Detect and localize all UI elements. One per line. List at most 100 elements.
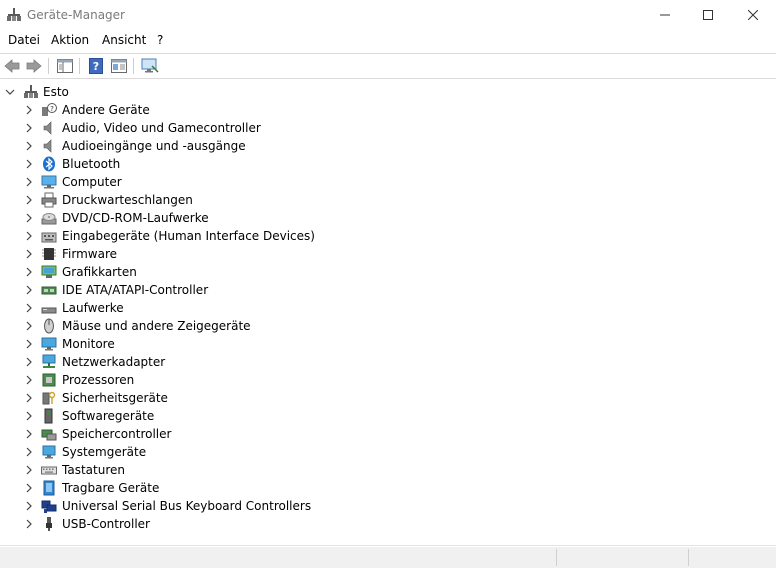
tree-node[interactable]: Softwaregeräte — [0, 407, 400, 425]
tree-node[interactable]: USB-Controller — [0, 515, 400, 533]
device-manager-icon — [7, 8, 21, 21]
chevron-right-icon[interactable] — [24, 321, 34, 331]
tree-node-label: Tragbare Geräte — [62, 481, 160, 495]
tree-node[interactable]: IDE ATA/ATAPI-Controller — [0, 281, 400, 299]
tree-node[interactable]: DVD/CD-ROM-Laufwerke — [0, 209, 400, 227]
properties-button[interactable] — [109, 57, 129, 75]
chevron-right-icon[interactable] — [24, 285, 34, 295]
tree-node[interactable]: Prozessoren — [0, 371, 400, 389]
ide-controller-icon — [41, 286, 57, 295]
tree-node[interactable]: Druckwarteschlangen — [0, 191, 400, 209]
tree-node-label: Computer — [62, 175, 122, 189]
chevron-right-icon[interactable] — [24, 465, 34, 475]
status-bar-divider — [688, 549, 689, 566]
forward-button[interactable] — [24, 57, 44, 75]
portable-device-icon — [43, 480, 55, 496]
speaker-icon — [43, 139, 52, 153]
tree-node[interactable]: Tastaturen — [0, 461, 400, 479]
chevron-right-icon[interactable] — [24, 105, 34, 115]
window-title: Geräte-Manager — [27, 8, 125, 22]
tree-node[interactable]: Eingabegeräte (Human Interface Devices) — [0, 227, 400, 245]
menu-help[interactable]: ? — [157, 33, 163, 47]
chevron-right-icon[interactable] — [24, 303, 34, 313]
printer-icon — [41, 192, 57, 208]
tree-node[interactable]: Laufwerke — [0, 299, 400, 317]
back-button[interactable] — [2, 57, 22, 75]
usb-icon — [46, 517, 52, 531]
title-bar: Geräte-Manager — [0, 0, 776, 30]
svg-text:?: ? — [50, 105, 54, 113]
chevron-down-icon[interactable] — [5, 87, 15, 97]
close-button[interactable] — [730, 0, 776, 30]
chevron-right-icon[interactable] — [24, 393, 34, 403]
device-tree: Esto ? Andere Geräte Audio, Video und Game… — [0, 80, 776, 546]
tree-node[interactable]: Audio, Video und Gamecontroller — [0, 119, 400, 137]
chevron-right-icon[interactable] — [24, 411, 34, 421]
processor-icon — [42, 373, 56, 387]
tree-node-label: DVD/CD-ROM-Laufwerke — [62, 211, 209, 225]
menu-view[interactable]: Ansicht — [102, 33, 146, 47]
help-icon: ? — [89, 58, 103, 74]
tree-node[interactable]: Grafikkarten — [0, 263, 400, 281]
toolbar: ? — [0, 53, 776, 79]
tree-node[interactable]: Bluetooth — [0, 155, 400, 173]
maximize-button[interactable] — [685, 0, 731, 30]
tree-node[interactable]: ? Andere Geräte — [0, 101, 400, 119]
chevron-right-icon[interactable] — [24, 519, 34, 529]
tree-node[interactable]: Computer — [0, 173, 400, 191]
chevron-right-icon[interactable] — [24, 123, 34, 133]
tree-node-label: Mäuse und andere Zeigegeräte — [62, 319, 251, 333]
show-hide-console-tree-button[interactable] — [55, 57, 75, 75]
chevron-right-icon[interactable] — [24, 375, 34, 385]
tree-node-label: Netzwerkadapter — [62, 355, 166, 369]
tree-node[interactable]: Systemgeräte — [0, 443, 400, 461]
tree-node[interactable]: Tragbare Geräte — [0, 479, 400, 497]
help-button[interactable]: ? — [86, 57, 106, 75]
display-adapter-icon — [41, 265, 57, 278]
chevron-right-icon[interactable] — [24, 357, 34, 367]
system-device-icon — [42, 445, 56, 459]
toolbar-separator — [48, 58, 49, 74]
status-bar — [0, 547, 776, 568]
chevron-right-icon[interactable] — [24, 231, 34, 241]
menu-file[interactable]: Datei — [8, 33, 40, 47]
chevron-right-icon[interactable] — [24, 339, 34, 349]
storage-controller-icon — [41, 429, 57, 441]
scan-hardware-button[interactable] — [140, 57, 160, 75]
tree-node-label: Druckwarteschlangen — [62, 193, 193, 207]
chevron-right-icon[interactable] — [24, 249, 34, 259]
computer-icon — [41, 175, 57, 189]
chevron-right-icon[interactable] — [24, 213, 34, 223]
tree-root-node[interactable]: Esto — [0, 83, 300, 101]
chevron-right-icon[interactable] — [24, 429, 34, 439]
tree-node[interactable]: Universal Serial Bus Keyboard Controller… — [0, 497, 400, 515]
chevron-right-icon[interactable] — [24, 267, 34, 277]
minimize-icon — [660, 14, 670, 16]
chevron-right-icon[interactable] — [24, 483, 34, 493]
tree-node[interactable]: Firmware — [0, 245, 400, 263]
console-tree-icon — [57, 59, 73, 73]
maximize-icon — [703, 10, 713, 20]
chevron-right-icon[interactable] — [24, 195, 34, 205]
mouse-icon — [44, 318, 54, 334]
tree-node-label: Softwaregeräte — [62, 409, 155, 423]
tree-node-label: Sicherheitsgeräte — [62, 391, 168, 405]
chevron-right-icon[interactable] — [24, 447, 34, 457]
computer-tree-icon — [24, 85, 38, 98]
tree-node-label: IDE ATA/ATAPI-Controller — [62, 283, 209, 297]
chevron-right-icon[interactable] — [24, 501, 34, 511]
chevron-right-icon[interactable] — [24, 141, 34, 151]
usb-keyboard-controller-icon — [41, 500, 57, 513]
chevron-right-icon[interactable] — [24, 159, 34, 169]
minimize-button[interactable] — [642, 0, 688, 30]
tree-node[interactable]: Netzwerkadapter — [0, 353, 400, 371]
tree-node[interactable]: Monitore — [0, 335, 400, 353]
toolbar-separator — [133, 58, 134, 74]
tree-node[interactable]: Speichercontroller — [0, 425, 400, 443]
menu-action[interactable]: Aktion — [51, 33, 89, 47]
chevron-right-icon[interactable] — [24, 177, 34, 187]
tree-node[interactable]: Audioeingänge und -ausgänge — [0, 137, 400, 155]
tree-node[interactable]: Sicherheitsgeräte — [0, 389, 400, 407]
speaker-icon — [43, 121, 52, 135]
tree-node[interactable]: Mäuse und andere Zeigegeräte — [0, 317, 400, 335]
